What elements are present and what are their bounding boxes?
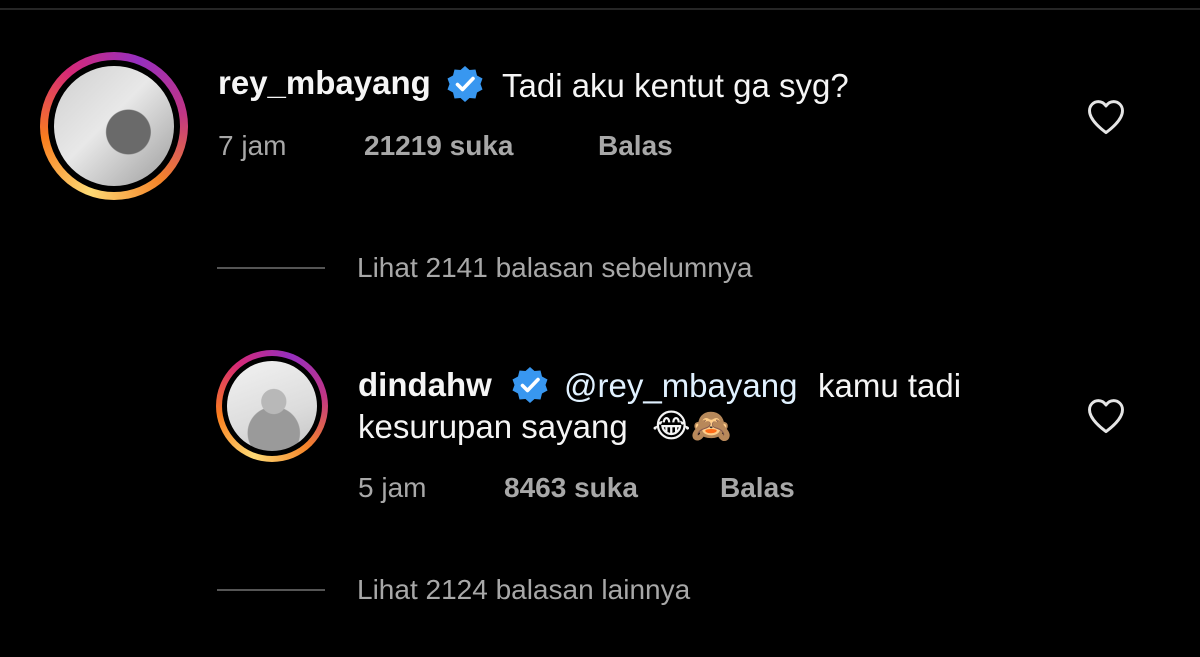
- username[interactable]: dindahw: [358, 366, 492, 404]
- like-count[interactable]: 21219 suka: [364, 130, 513, 162]
- view-more-replies[interactable]: Lihat 2124 balasan lainnya: [217, 574, 690, 606]
- avatar-rey-mbayang[interactable]: [54, 66, 174, 186]
- comment-text-line1: kamu tadi: [818, 367, 962, 404]
- comment-time: 5 jam: [358, 472, 427, 503]
- comment-text: Tadi aku kentut ga syg?: [502, 67, 849, 104]
- replies-divider-line: [217, 267, 325, 269]
- view-previous-replies[interactable]: Lihat 2141 balasan sebelumnya: [217, 252, 752, 284]
- verified-badge-icon: [512, 367, 548, 403]
- comment-text-line2: kesurupan sayang: [358, 408, 628, 445]
- comment-thread: rey_mbayang Tadi aku kentut ga syg? 7 ja…: [0, 0, 1200, 657]
- replies-divider-line: [217, 589, 325, 591]
- heart-outline-icon[interactable]: [1084, 95, 1128, 139]
- heart-outline-icon[interactable]: [1084, 394, 1128, 438]
- view-more-replies-label: Lihat 2124 balasan lainnya: [357, 574, 691, 605]
- top-divider: [0, 8, 1200, 10]
- view-previous-replies-label: Lihat 2141 balasan sebelumnya: [357, 252, 753, 283]
- like-count[interactable]: 8463 suka: [504, 472, 638, 504]
- reply-button[interactable]: Balas: [720, 472, 795, 504]
- verified-badge-icon: [447, 66, 483, 102]
- reply-button[interactable]: Balas: [598, 130, 673, 162]
- mention-link[interactable]: @rey_mbayang: [564, 367, 797, 405]
- username[interactable]: rey_mbayang: [218, 64, 431, 102]
- comment-time: 7 jam: [218, 130, 287, 161]
- avatar-dindahw[interactable]: [227, 361, 317, 451]
- emoji-icons: 😂🙈: [652, 406, 732, 445]
